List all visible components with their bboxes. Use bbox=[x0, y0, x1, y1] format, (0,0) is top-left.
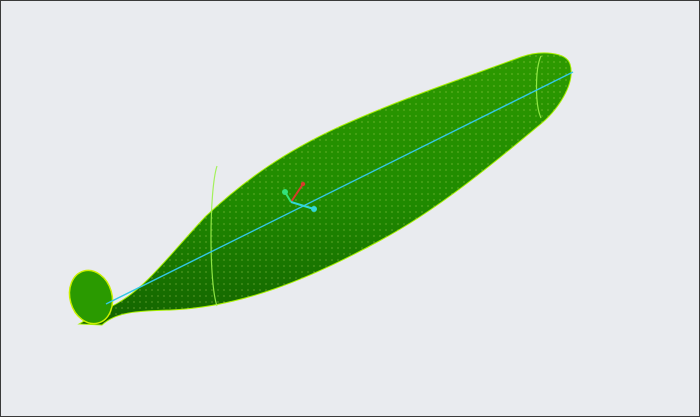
triad-y-axis-tip bbox=[282, 189, 288, 195]
mesh-overlay bbox=[79, 52, 572, 325]
3d-viewport[interactable] bbox=[0, 0, 700, 417]
triad-z-axis-tip bbox=[311, 206, 317, 212]
triad-x-axis-tip bbox=[300, 181, 306, 187]
pitch-axis-line bbox=[105, 71, 574, 305]
viewport-scene[interactable] bbox=[1, 1, 699, 416]
model-body[interactable] bbox=[63, 52, 574, 329]
